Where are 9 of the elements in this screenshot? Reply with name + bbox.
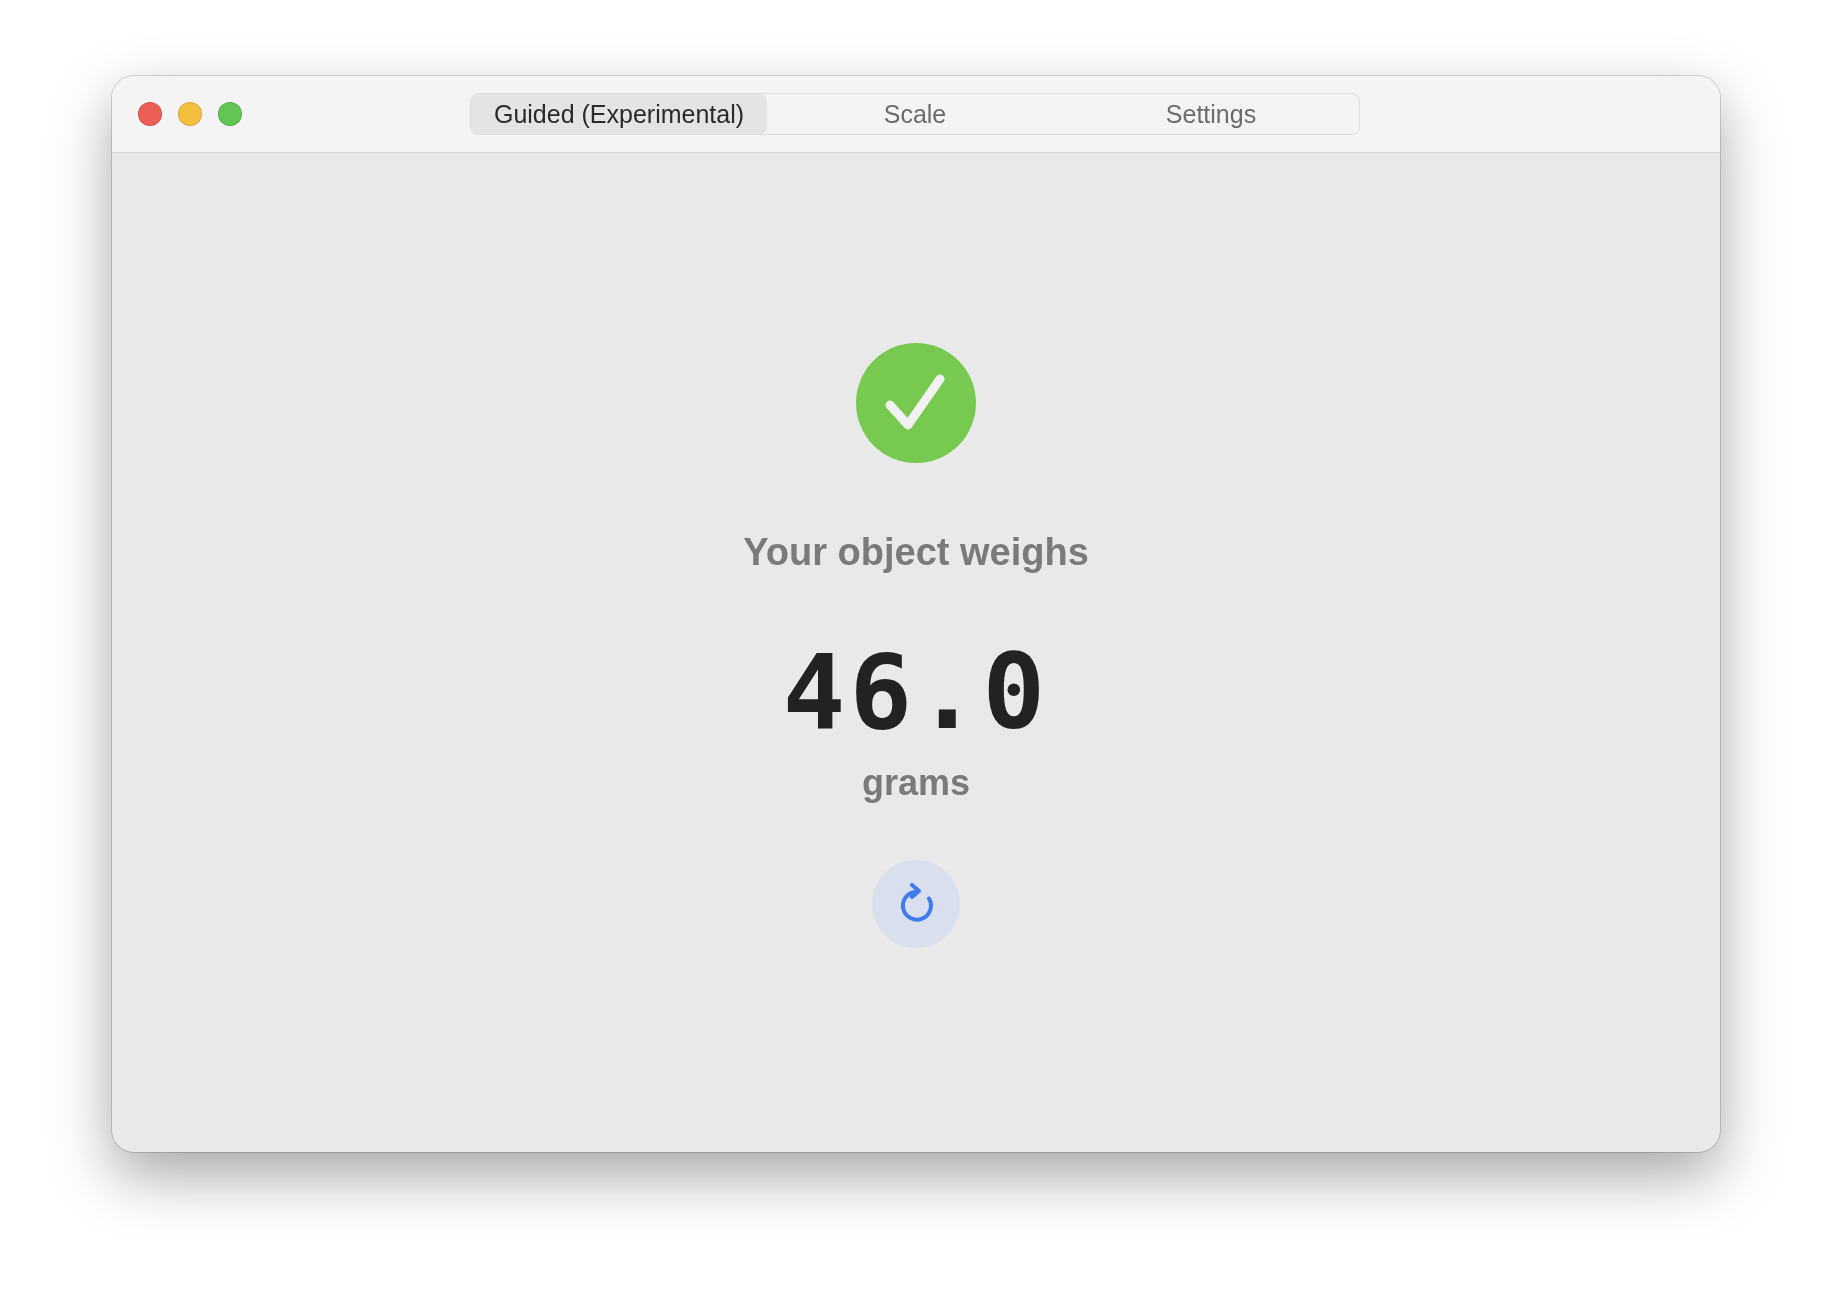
result-heading: Your object weighs bbox=[743, 531, 1089, 574]
zoom-button[interactable] bbox=[218, 102, 242, 126]
tab[interactable]: Scale bbox=[767, 94, 1063, 134]
unit-label: grams bbox=[861, 762, 971, 804]
tab[interactable]: Settings bbox=[1063, 94, 1359, 134]
close-button[interactable] bbox=[138, 102, 162, 126]
tab[interactable]: Guided (Experimental) bbox=[471, 94, 767, 134]
minimize-button[interactable] bbox=[178, 102, 202, 126]
weight-value: 46.0 bbox=[782, 640, 1050, 744]
